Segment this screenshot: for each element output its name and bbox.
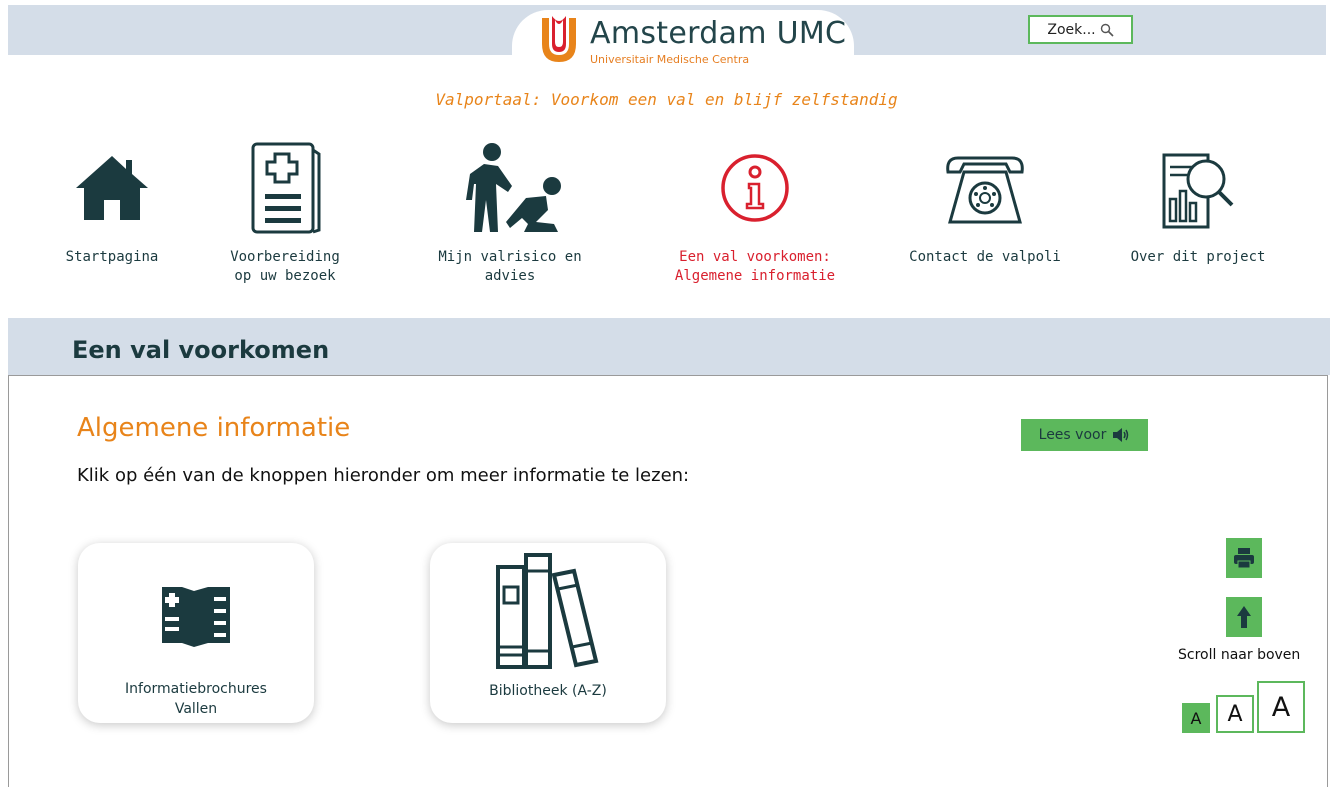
telephone-icon bbox=[946, 156, 1024, 224]
search-label: Zoek... bbox=[1047, 21, 1096, 38]
intro-text: Klik op één van de knoppen hieronder om … bbox=[77, 465, 690, 486]
card-label: Informatiebrochures Vallen bbox=[125, 681, 267, 717]
speaker-icon bbox=[1113, 428, 1129, 442]
read-aloud-label: Lees voor bbox=[1038, 427, 1107, 443]
info-icon bbox=[721, 154, 789, 222]
print-button[interactable] bbox=[1226, 538, 1262, 578]
card-informatiebrochures[interactable]: Informatiebrochures Vallen bbox=[78, 543, 314, 723]
books-icon bbox=[496, 553, 599, 669]
clipboard-icon bbox=[251, 142, 321, 234]
font-size-medium-button[interactable]: A bbox=[1216, 695, 1254, 733]
amsterdam-umc-logo-icon[interactable] bbox=[538, 14, 580, 66]
arrow-up-icon bbox=[1237, 606, 1251, 628]
nav-label: Een val voorkomen: Algemene informatie bbox=[674, 249, 836, 284]
card-label: Bibliotheek (A-Z) bbox=[489, 683, 607, 699]
nav-label: Mijn valrisico en advies bbox=[438, 249, 582, 284]
nav-startpagina[interactable]: Startpagina bbox=[52, 140, 172, 267]
scroll-top-label: Scroll naar boven bbox=[1178, 647, 1301, 663]
nav-label: Startpagina bbox=[65, 249, 159, 265]
logo-subtitle: Universitair Medische Centra bbox=[590, 53, 750, 66]
search-icon bbox=[1100, 23, 1114, 37]
nav-label: Voorbereiding op uw bezoek bbox=[230, 249, 340, 284]
read-aloud-button[interactable]: Lees voor bbox=[1021, 419, 1148, 451]
nav-label: Over dit project bbox=[1130, 249, 1266, 265]
section-title: Een val voorkomen bbox=[72, 336, 330, 364]
brochure-icon bbox=[162, 587, 230, 647]
tagline: Valportaal: Voorkom een val en blijf zel… bbox=[435, 90, 898, 109]
house-icon bbox=[76, 156, 148, 220]
card-bibliotheek[interactable]: Bibliotheek (A-Z) bbox=[430, 543, 666, 723]
scroll-top-button[interactable] bbox=[1226, 597, 1262, 637]
font-size-small-button[interactable]: A bbox=[1182, 703, 1210, 733]
report-search-icon bbox=[1162, 153, 1234, 229]
nav-label: Contact de valpoli bbox=[909, 249, 1061, 265]
nav-mijn-valrisico[interactable]: Mijn valrisico en advies bbox=[415, 140, 605, 286]
nav-contact-valpoli[interactable]: Contact de valpoli bbox=[905, 140, 1065, 267]
printer-icon bbox=[1234, 548, 1254, 569]
nav-een-val-voorkomen[interactable]: Een val voorkomen: Algemene informatie bbox=[665, 140, 845, 286]
page-heading: Algemene informatie bbox=[77, 413, 351, 443]
search-button[interactable]: Zoek... bbox=[1028, 15, 1133, 44]
nav-voorbereiding[interactable]: Voorbereiding op uw bezoek bbox=[215, 140, 355, 286]
font-size-large-button[interactable]: A bbox=[1257, 681, 1305, 733]
helping-person-icon bbox=[466, 143, 561, 232]
nav-over-dit-project[interactable]: Over dit project bbox=[1118, 140, 1278, 267]
logo-name: Amsterdam UMC bbox=[590, 16, 847, 51]
